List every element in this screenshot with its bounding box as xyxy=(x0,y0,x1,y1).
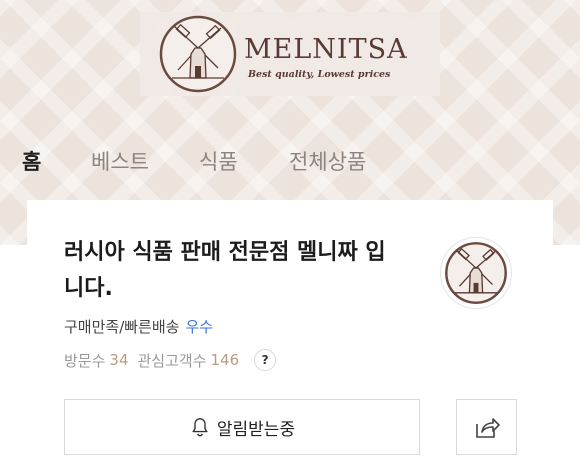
share-button[interactable] xyxy=(456,399,517,455)
category-nav: 홈 베스트 식품 전체상품 xyxy=(0,146,580,176)
bell-icon xyxy=(192,418,208,437)
store-logo[interactable]: MELNITSA Best quality, Lowest prices xyxy=(140,12,440,96)
share-icon xyxy=(475,418,500,438)
windmill-logo-icon xyxy=(159,15,237,93)
tab-all-products[interactable]: 전체상품 xyxy=(289,146,366,176)
help-icon[interactable]: ? xyxy=(254,349,277,371)
logo-wordmark: MELNITSA xyxy=(244,34,408,65)
logo-tagline: Best quality, Lowest prices xyxy=(248,69,391,80)
review-summary: 구매만족/빠른배송 우수 xyxy=(64,316,213,337)
visitors-count: 34 xyxy=(109,351,129,369)
store-avatar[interactable] xyxy=(440,237,512,309)
tab-best[interactable]: 베스트 xyxy=(91,146,149,176)
review-label: 구매만족/빠른배송 xyxy=(64,318,180,336)
visitors-label: 방문수 xyxy=(64,351,106,370)
followers-label: 관심고객수 xyxy=(137,351,207,370)
tab-food[interactable]: 식품 xyxy=(199,146,238,176)
windmill-logo-icon xyxy=(445,242,507,304)
followers-count: 146 xyxy=(210,351,240,369)
store-info-card: 러시아 식품 판매 전문점 멜니짜 입니다. 구매만족/빠른배송 우수 방문수 3… xyxy=(27,200,553,459)
review-grade: 우수 xyxy=(185,318,214,336)
notification-button[interactable]: 알림받는중 xyxy=(64,399,420,455)
store-title: 러시아 식품 판매 전문점 멜니짜 입니다. xyxy=(64,240,386,301)
tab-home[interactable]: 홈 xyxy=(22,146,41,176)
notification-label: 알림받는중 xyxy=(216,419,296,440)
store-stats: 방문수 34 관심고객수 146 ? xyxy=(64,349,277,371)
